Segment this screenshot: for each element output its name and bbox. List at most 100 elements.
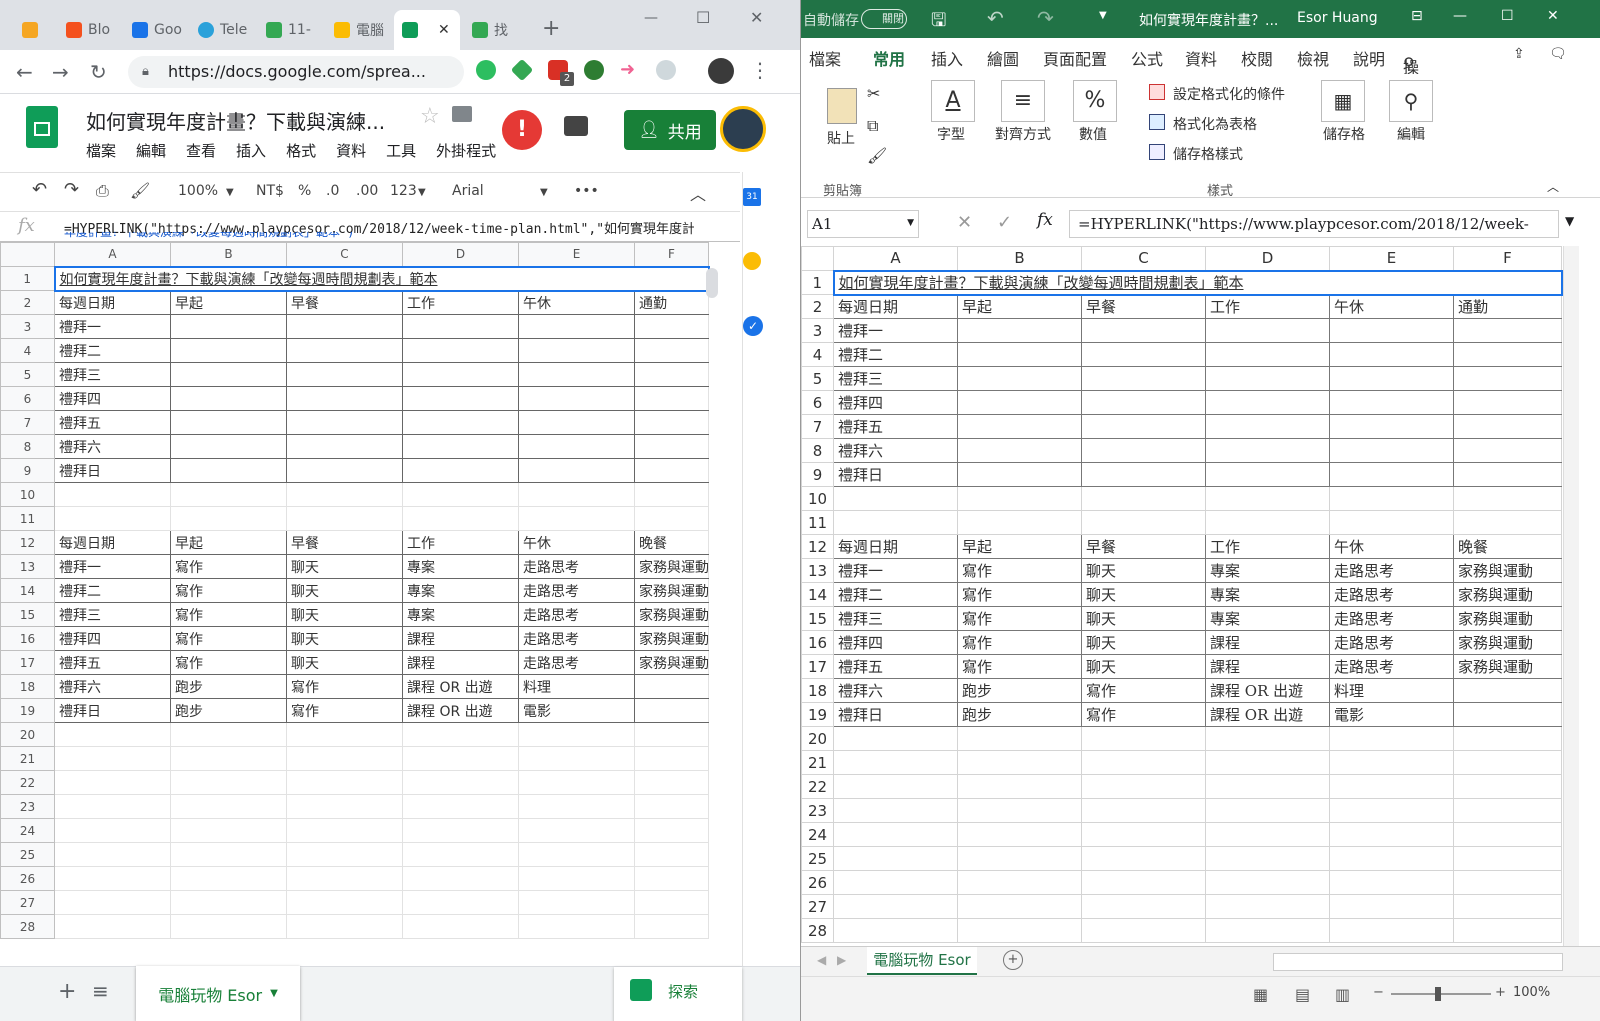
grid-cell[interactable]: [170, 722, 287, 747]
grid-cell[interactable]: [833, 798, 958, 823]
print-icon[interactable]: ⎙: [96, 181, 109, 201]
grid-cell[interactable]: [957, 486, 1082, 511]
row-header[interactable]: 8: [0, 434, 55, 459]
grid-cell[interactable]: [634, 914, 709, 939]
table1-cell[interactable]: 禮拜四: [833, 390, 958, 415]
column-header-d[interactable]: D: [1205, 246, 1330, 271]
table1-cell[interactable]: [402, 434, 519, 459]
table2-cell[interactable]: 寫作: [1081, 702, 1206, 727]
table2-cell[interactable]: 聊天: [1081, 606, 1206, 631]
grid-cell[interactable]: [957, 870, 1082, 895]
table2-header-cell[interactable]: 早餐: [1081, 534, 1206, 559]
table1-cell[interactable]: [957, 438, 1082, 463]
row-header[interactable]: 23: [0, 794, 55, 819]
table2-cell[interactable]: 寫作: [957, 630, 1082, 655]
search-icon[interactable]: ⚲: [1389, 80, 1433, 122]
row-header[interactable]: 10: [801, 486, 834, 511]
screen-reader-icon[interactable]: [656, 60, 676, 80]
grid-cell[interactable]: [1329, 510, 1454, 535]
grid-cell[interactable]: [518, 794, 635, 819]
grid-cell[interactable]: [1081, 510, 1206, 535]
grid-cell[interactable]: [1205, 894, 1330, 919]
column-header-f[interactable]: F: [1453, 246, 1562, 271]
page-layout-icon[interactable]: ▤: [1295, 985, 1310, 1004]
table1-cell[interactable]: [170, 314, 287, 339]
row-header[interactable]: 24: [801, 822, 834, 847]
grid-cell[interactable]: [170, 770, 287, 795]
zoom-level[interactable]: 100%: [1513, 985, 1550, 1000]
minimize-button[interactable]: —: [644, 10, 658, 26]
row-header[interactable]: 19: [0, 698, 55, 723]
table1-cell[interactable]: [518, 410, 635, 435]
zoom-in-button[interactable]: +: [1495, 985, 1506, 1000]
table1-cell[interactable]: 禮拜二: [54, 338, 171, 363]
grid-cell[interactable]: [1081, 774, 1206, 799]
row-header[interactable]: 28: [801, 918, 834, 943]
table2-cell[interactable]: 家務與運動: [1453, 582, 1562, 607]
grid-cell[interactable]: [833, 510, 958, 535]
grid-cell[interactable]: [170, 866, 287, 891]
grid-cell[interactable]: [1453, 798, 1562, 823]
grid-cell[interactable]: [634, 794, 709, 819]
grid-cell[interactable]: [833, 726, 958, 751]
table1-cell[interactable]: [518, 458, 635, 483]
grid-cell[interactable]: [1205, 870, 1330, 895]
cell-styles-button[interactable]: 儲存格樣式: [1173, 144, 1243, 164]
table2-cell[interactable]: 專案: [402, 554, 519, 579]
zoom-dropdown-icon[interactable]: ▼: [226, 187, 234, 198]
undo-icon[interactable]: ↶: [987, 6, 1004, 30]
grid-cell[interactable]: [833, 870, 958, 895]
tab-telegram[interactable]: Tele: [190, 10, 256, 50]
table2-cell[interactable]: 聊天: [1081, 654, 1206, 679]
table1-cell[interactable]: 禮拜一: [54, 314, 171, 339]
tab-google-calendar[interactable]: Goo: [124, 10, 188, 50]
table1-cell[interactable]: [402, 386, 519, 411]
table1-header-cell[interactable]: 早餐: [286, 290, 403, 315]
table1-cell[interactable]: [402, 338, 519, 363]
row-header[interactable]: 3: [0, 314, 55, 339]
row-header[interactable]: 22: [0, 770, 55, 795]
table1-cell[interactable]: [1205, 366, 1330, 391]
minimize-button[interactable]: —: [1453, 8, 1467, 24]
column-header-d[interactable]: D: [402, 242, 519, 267]
table2-cell[interactable]: 走路思考: [1329, 630, 1454, 655]
table1-cell[interactable]: [957, 342, 1082, 367]
close-window-button[interactable]: ✕: [1547, 8, 1559, 24]
grid-cell[interactable]: [402, 842, 519, 867]
table1-cell[interactable]: [1205, 414, 1330, 439]
menu-view[interactable]: 查看: [186, 140, 216, 161]
grid-cell[interactable]: [54, 794, 171, 819]
table2-header-cell[interactable]: 每週日期: [54, 530, 171, 555]
table1-cell[interactable]: [170, 434, 287, 459]
table2-cell[interactable]: 聊天: [286, 650, 403, 675]
grid-cell[interactable]: [1329, 774, 1454, 799]
row-header[interactable]: 16: [0, 626, 55, 651]
table1-cell[interactable]: [286, 338, 403, 363]
grid-cell[interactable]: [1329, 798, 1454, 823]
table2-cell[interactable]: 聊天: [1081, 582, 1206, 607]
ribbon-tab-formulas[interactable]: 公式: [1131, 46, 1163, 70]
table2-cell[interactable]: 課程 OR 出遊: [402, 674, 519, 699]
table2-header-cell[interactable]: 早起: [957, 534, 1082, 559]
table1-cell[interactable]: [170, 386, 287, 411]
grid-cell[interactable]: [634, 866, 709, 891]
table1-cell[interactable]: [957, 390, 1082, 415]
grid-cell[interactable]: [957, 846, 1082, 871]
table1-cell[interactable]: [1453, 390, 1562, 415]
grid-cell[interactable]: [518, 842, 635, 867]
grid-cell[interactable]: [518, 482, 635, 507]
grid-cell[interactable]: [634, 482, 709, 507]
row-header[interactable]: 20: [0, 722, 55, 747]
grid-cell[interactable]: [518, 770, 635, 795]
table1-cell[interactable]: [1453, 342, 1562, 367]
table2-cell[interactable]: 電影: [1329, 702, 1454, 727]
row-header[interactable]: 27: [801, 894, 834, 919]
grid-cell[interactable]: [170, 914, 287, 939]
grid-cell[interactable]: [957, 510, 1082, 535]
grid-cell[interactable]: [286, 722, 403, 747]
row-header[interactable]: 11: [801, 510, 834, 535]
table2-header-cell[interactable]: 晚餐: [1453, 534, 1562, 559]
table2-cell[interactable]: 聊天: [1081, 558, 1206, 583]
table2-cell[interactable]: [634, 698, 709, 723]
grid-cell[interactable]: [1081, 486, 1206, 511]
